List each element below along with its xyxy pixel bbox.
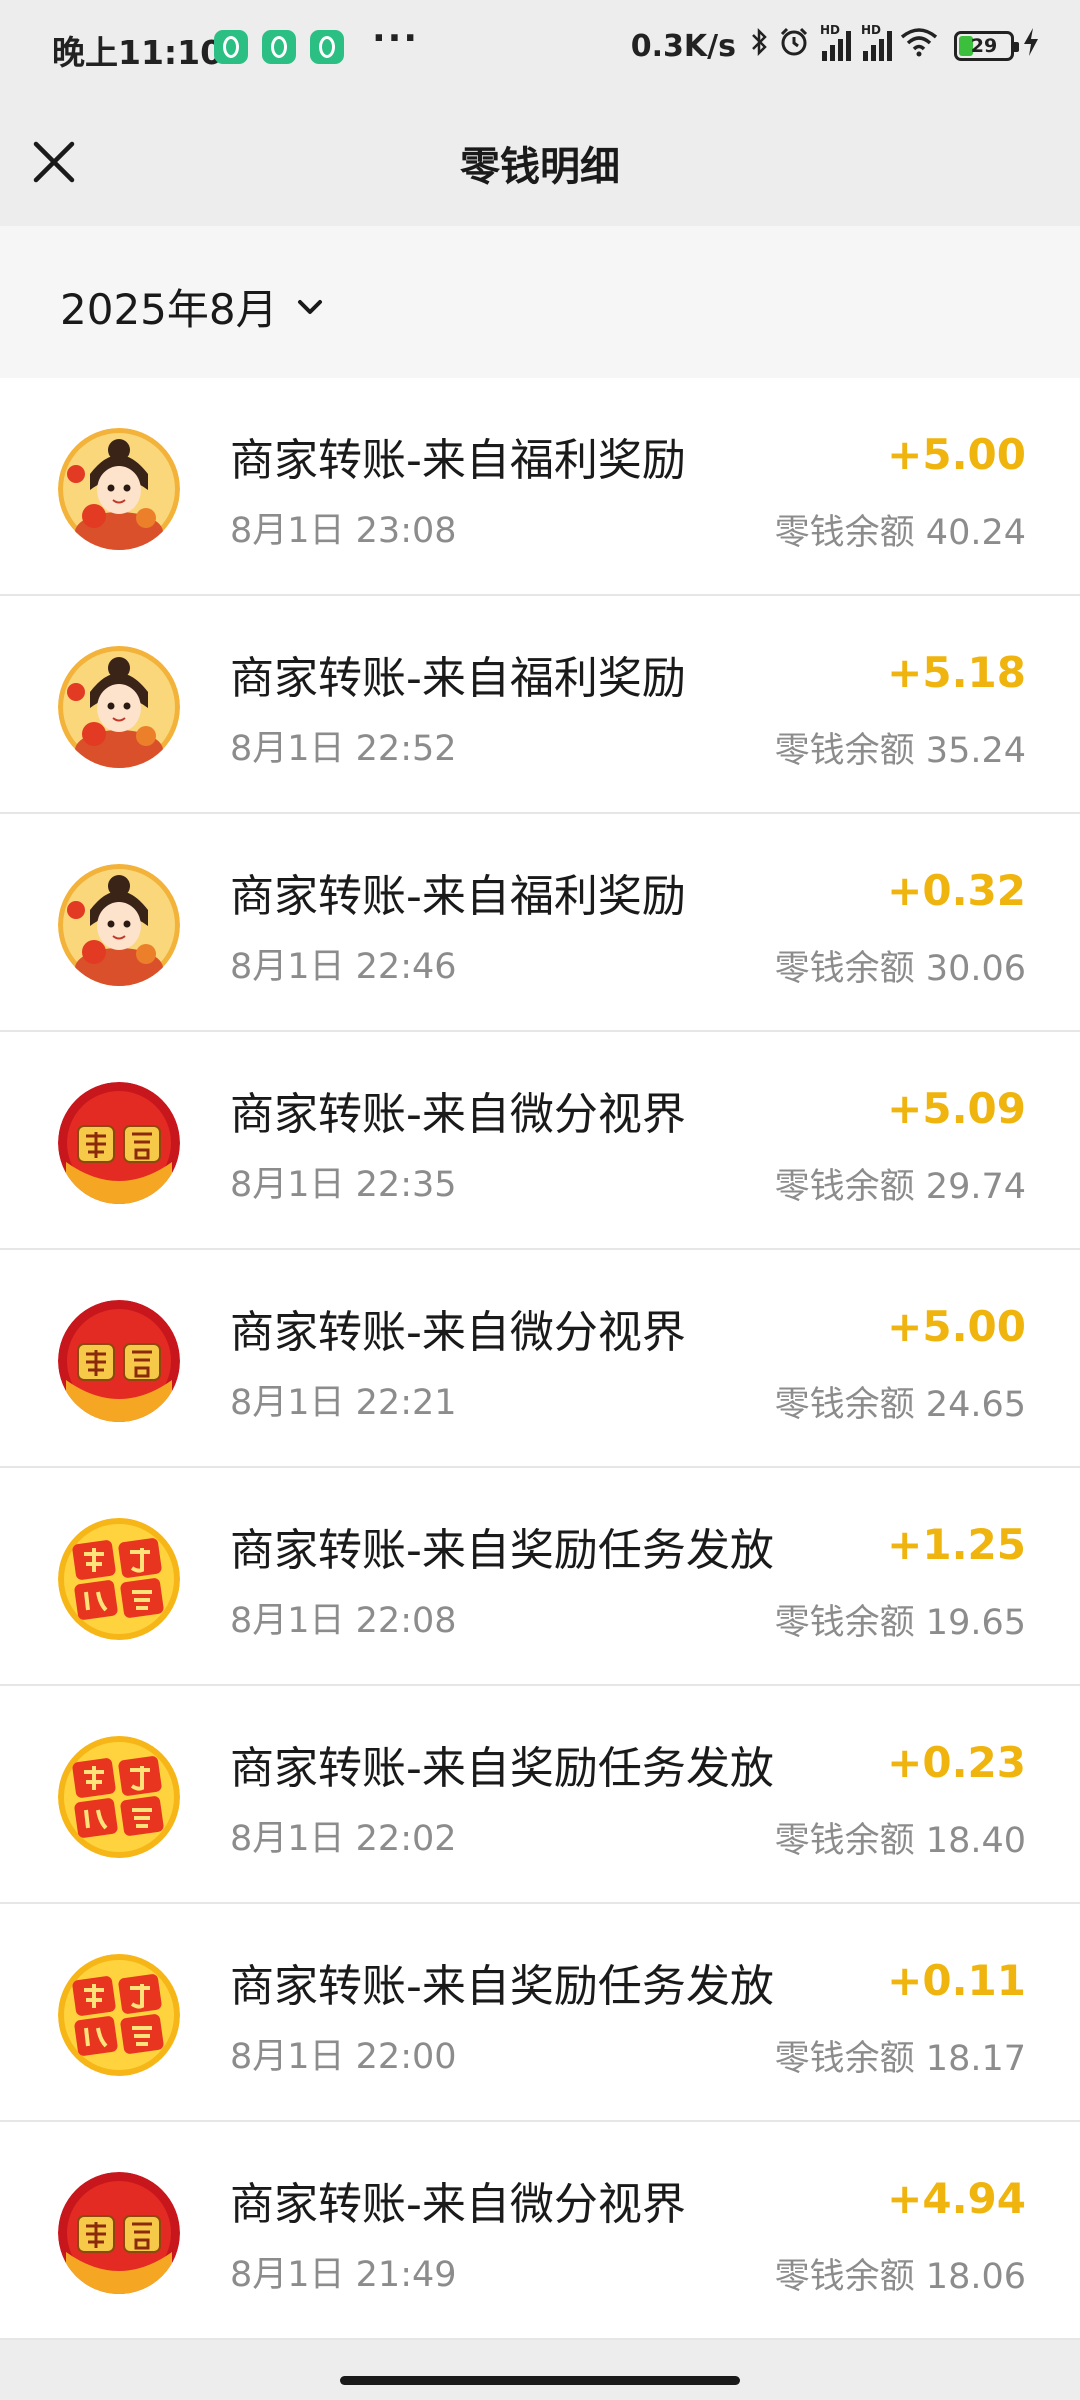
transaction-time: 8月1日 22:08	[230, 1601, 457, 1641]
app-notification-icon	[262, 30, 296, 64]
transaction-title: 商家转账-来自福利奖励	[230, 653, 686, 704]
baofu-avatar	[58, 2172, 180, 2294]
signal-strength-icon: HD	[861, 23, 892, 61]
status-time: 晚上11:10	[52, 33, 224, 72]
transaction-amount: +5.18	[887, 648, 1026, 697]
cartoon-girl-avatar	[58, 646, 180, 768]
cartoon-girl-avatar	[58, 864, 180, 986]
month-label: 2025年8月	[60, 285, 278, 334]
transaction-time: 8月1日 23:08	[230, 511, 457, 551]
transaction-title: 商家转账-来自微分视界	[230, 1089, 686, 1140]
transaction-amount: +5.00	[887, 1302, 1026, 1351]
title-bar: 零钱明细	[0, 96, 1080, 226]
transaction-row[interactable]: 商家转账-来自微分视界 8月1日 22:21 +5.00 零钱余额 24.65	[0, 1250, 1080, 1468]
transaction-row[interactable]: 商家转账-来自奖励任务发放 8月1日 22:08 +1.25 零钱余额 19.65	[0, 1468, 1080, 1686]
transaction-list: 商家转账-来自福利奖励 8月1日 23:08 +5.00 零钱余额 40.24 商家转账…	[0, 378, 1080, 2340]
transaction-time: 8月1日 22:35	[230, 1165, 457, 1205]
hd-label: HD	[820, 23, 841, 37]
transaction-title: 商家转账-来自微分视界	[230, 1307, 686, 1358]
baofu-avatar	[58, 1082, 180, 1204]
page-title: 零钱明细	[460, 144, 620, 190]
transaction-balance: 零钱余额 29.74	[774, 1167, 1026, 1207]
notification-icons	[214, 30, 344, 64]
transaction-row[interactable]: 商家转账-来自微分视界 8月1日 22:35 +5.09 零钱余额 29.74	[0, 1032, 1080, 1250]
transaction-amount: +0.11	[887, 1956, 1026, 2005]
transaction-balance: 零钱余额 19.65	[774, 1603, 1026, 1643]
transaction-row[interactable]: 商家转账-来自微分视界 8月1日 21:49 +4.94 零钱余额 18.06	[0, 2122, 1080, 2340]
transaction-time: 8月1日 22:21	[230, 1383, 457, 1423]
wifi-icon	[900, 27, 938, 65]
transaction-time: 8月1日 22:46	[230, 947, 457, 987]
quanliyifu-avatar	[58, 1518, 180, 1640]
transaction-amount: +4.94	[887, 2174, 1026, 2223]
transaction-amount: +1.25	[887, 1520, 1026, 1569]
transaction-time: 8月1日 22:00	[230, 2037, 457, 2077]
transaction-time: 8月1日 21:49	[230, 2255, 457, 2295]
transaction-title: 商家转账-来自奖励任务发放	[230, 1743, 774, 1794]
transaction-title: 商家转账-来自奖励任务发放	[230, 1961, 774, 2012]
transaction-title: 商家转账-来自福利奖励	[230, 871, 686, 922]
quanliyifu-avatar	[58, 1736, 180, 1858]
baofu-avatar	[58, 1300, 180, 1422]
transaction-row[interactable]: 商家转账-来自奖励任务发放 8月1日 22:02 +0.23 零钱余额 18.40	[0, 1686, 1080, 1904]
transaction-row[interactable]: 商家转账-来自福利奖励 8月1日 22:52 +5.18 零钱余额 35.24	[0, 596, 1080, 814]
transaction-row[interactable]: 商家转账-来自福利奖励 8月1日 22:46 +0.32 零钱余额 30.06	[0, 814, 1080, 1032]
hd-label: HD	[861, 23, 882, 37]
quanliyifu-avatar	[58, 1954, 180, 2076]
transaction-balance: 零钱余额 30.06	[774, 949, 1026, 989]
transaction-balance: 零钱余额 24.65	[774, 1385, 1026, 1425]
more-notifications-icon: ···	[372, 18, 420, 59]
transaction-balance: 零钱余额 18.17	[774, 2039, 1026, 2079]
charging-bolt-icon	[1022, 27, 1040, 65]
transaction-row[interactable]: 商家转账-来自奖励任务发放 8月1日 22:00 +0.11 零钱余额 18.17	[0, 1904, 1080, 2122]
app-notification-icon	[214, 30, 248, 64]
month-selector[interactable]: 2025年8月	[60, 276, 328, 337]
alarm-icon	[778, 26, 810, 66]
signal-strength-icon: HD	[820, 23, 851, 61]
transaction-time: 8月1日 22:52	[230, 729, 457, 769]
bluetooth-icon	[750, 27, 770, 65]
navigation-bar	[0, 2352, 1080, 2400]
transaction-row[interactable]: 商家转账-来自福利奖励 8月1日 23:08 +5.00 零钱余额 40.24	[0, 378, 1080, 596]
transaction-balance: 零钱余额 18.06	[774, 2257, 1026, 2297]
status-bar: 晚上11:10 ··· 0.3K/s HD HD 29	[0, 0, 1080, 96]
cartoon-girl-avatar	[58, 428, 180, 550]
status-right: 0.3K/s HD HD 29	[630, 23, 1040, 68]
chevron-down-icon	[297, 299, 322, 314]
transaction-amount: +0.23	[887, 1738, 1026, 1787]
network-speed: 0.3K/s	[630, 28, 736, 64]
transaction-title: 商家转账-来自奖励任务发放	[230, 1525, 774, 1576]
battery-icon: 29	[954, 31, 1019, 61]
home-indicator[interactable]	[340, 2376, 740, 2385]
transaction-amount: +5.00	[887, 430, 1026, 479]
transaction-title: 商家转账-来自福利奖励	[230, 435, 686, 486]
transaction-balance: 零钱余额 18.40	[774, 1821, 1026, 1861]
battery-level: 29	[970, 35, 998, 57]
app-notification-icon	[310, 30, 344, 64]
transaction-title: 商家转账-来自微分视界	[230, 2179, 686, 2230]
transaction-balance: 零钱余额 40.24	[774, 513, 1026, 553]
month-filter-bar: 2025年8月	[0, 226, 1080, 378]
transaction-amount: +5.09	[887, 1084, 1026, 1133]
transaction-balance: 零钱余额 35.24	[774, 731, 1026, 771]
transaction-time: 8月1日 22:02	[230, 1819, 457, 1859]
transaction-amount: +0.32	[887, 866, 1026, 915]
